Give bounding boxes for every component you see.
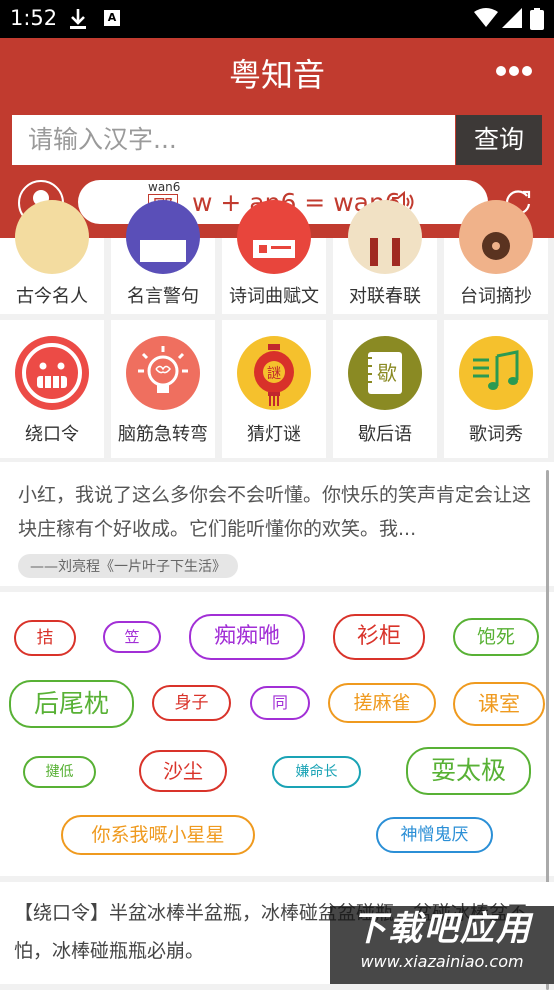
watermark-title: 下载吧应用 [352, 909, 532, 949]
signal-icon [502, 8, 522, 28]
word-tag[interactable]: 饱死 [453, 618, 539, 656]
category-label: 绕口令 [25, 424, 79, 445]
svg-text:歇: 歇 [377, 361, 397, 385]
category-poetry[interactable]: 诗词曲赋文 [222, 200, 326, 314]
quote-card[interactable]: 小红，我说了这么多你会不会听懂。你快乐的笑声肯定会让这块庄稼有个好收成。它们能听… [0, 462, 554, 586]
category-label: 名言警句 [127, 286, 199, 307]
category-brain-teaser[interactable]: 脑筋急转弯 [111, 320, 215, 458]
watermark-url: www.xiazainiao.com [360, 952, 524, 971]
search-input[interactable]: 请输入汉字... [12, 115, 455, 165]
category-tongue-twister[interactable]: 绕口令 [0, 320, 104, 458]
word-tag-cloud: 拮 笠 痴痴咃 衫柜 饱死 后尾枕 身子 同 搓麻雀 课室 揵低 沙尘 嫌命长 … [0, 592, 554, 876]
word-tag[interactable]: 神憎鬼厌 [376, 817, 493, 853]
word-tag[interactable]: 课室 [453, 682, 545, 726]
status-time: 1:52 [10, 6, 58, 30]
category-label: 歇后语 [358, 424, 412, 445]
battery-icon [530, 8, 544, 30]
word-tag[interactable]: 耍太极 [406, 747, 531, 795]
category-xiehouyu[interactable]: 歇 歇后语 [333, 320, 437, 458]
music-note-icon [459, 336, 533, 410]
category-label: 台词摘抄 [460, 286, 532, 307]
scroll-icon [237, 200, 311, 274]
keyboard-indicator-icon: A [104, 10, 120, 26]
book-icon: 歇 [348, 336, 422, 410]
category-label: 诗词曲赋文 [229, 286, 319, 307]
word-tag[interactable]: 拮 [14, 620, 76, 656]
category-label: 猜灯谜 [247, 424, 301, 445]
app-title: 粤知音 [228, 56, 325, 94]
word-tag[interactable]: 身子 [152, 685, 231, 721]
category-label: 古今名人 [16, 286, 88, 307]
wifi-icon [474, 8, 498, 27]
download-icon [70, 9, 86, 29]
status-bar: 1:52 A [0, 0, 554, 38]
quote-text: 小红，我说了这么多你会不会听懂。你快乐的笑声肯定会让这块庄稼有个好收成。它们能听… [18, 484, 532, 540]
category-famous-people[interactable]: 古今名人 [0, 200, 104, 314]
category-quotes[interactable]: 名言警句 [111, 200, 215, 314]
word-tag[interactable]: 痴痴咃 [189, 614, 305, 660]
ruby-text: wan6 [148, 180, 181, 194]
film-reel-icon [459, 200, 533, 274]
quote-person-icon [126, 200, 200, 274]
category-lantern-riddle[interactable]: 謎 猜灯谜 [222, 320, 326, 458]
word-tag[interactable]: 同 [250, 686, 310, 720]
category-label: 脑筋急转弯 [118, 424, 208, 445]
quote-source: ——刘亮程《一片叶子下生活》 [18, 554, 238, 578]
svg-text:謎: 謎 [267, 366, 281, 382]
couplet-icon [348, 200, 422, 274]
portrait-icon [15, 200, 89, 274]
category-couplets[interactable]: 对联春联 [333, 200, 437, 314]
brain-bulb-icon [126, 336, 200, 410]
more-options-icon[interactable] [496, 61, 535, 80]
word-tag[interactable]: 搓麻雀 [328, 683, 436, 723]
category-label: 对联春联 [349, 286, 421, 307]
category-label: 歌词秀 [469, 424, 523, 445]
search-button[interactable]: 查询 [456, 115, 542, 165]
word-tag[interactable]: 嫌命长 [272, 756, 361, 788]
category-lines[interactable]: 台词摘抄 [444, 200, 548, 314]
word-tag[interactable]: 衫柜 [333, 614, 425, 660]
word-tag[interactable]: 沙尘 [139, 750, 227, 792]
word-tag[interactable]: 你系我嘅小星星 [61, 815, 255, 855]
category-lyrics[interactable]: 歌词秀 [444, 320, 548, 458]
word-tag[interactable]: 后尾枕 [9, 680, 134, 728]
lantern-icon: 謎 [237, 336, 311, 410]
watermark: 下载吧应用 www.xiazainiao.com [330, 906, 554, 984]
word-tag[interactable]: 笠 [103, 621, 161, 653]
smile-teeth-icon [15, 336, 89, 410]
word-tag[interactable]: 揵低 [23, 756, 96, 788]
